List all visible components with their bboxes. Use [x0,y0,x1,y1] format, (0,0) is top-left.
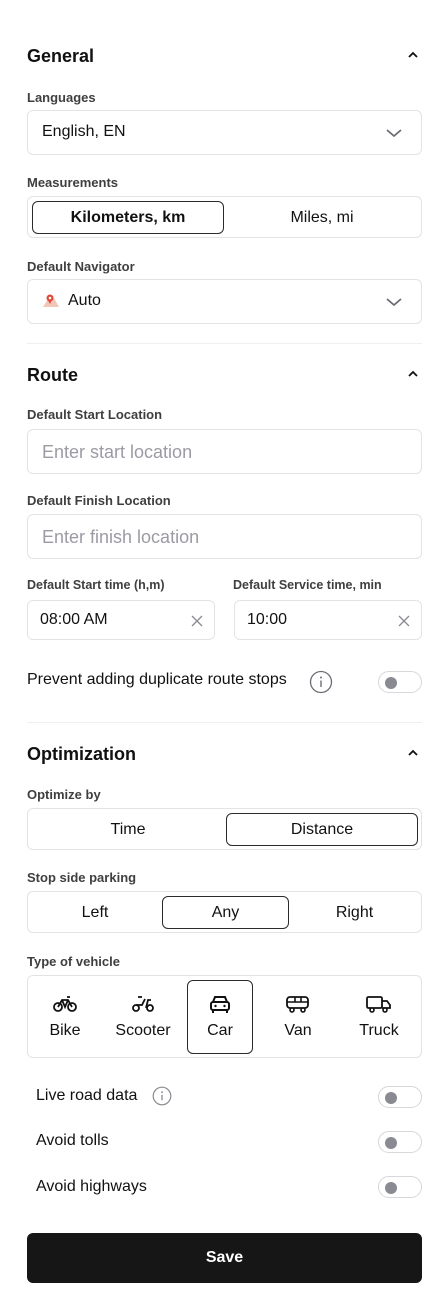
van-icon [285,994,311,1014]
route-section-title: Route [27,365,78,385]
info-icon[interactable] [152,1086,172,1111]
section-divider [27,722,422,723]
vehicle-option-car[interactable]: Car [187,980,253,1054]
service-time-input[interactable]: 10:00 [234,600,422,640]
vehicle-type-selector: Bike Scooter Car Van Truck [27,975,422,1058]
vehicle-label: Bike [49,1022,81,1039]
avoid-highways-toggle[interactable] [378,1176,422,1198]
vehicle-label: Car [207,1022,233,1039]
settings-page: General Languages English, EN Measuremen… [0,0,448,1310]
vehicle-label: Scooter [115,1022,171,1039]
vehicle-type-label: Type of vehicle [27,954,120,969]
start-time-label: Default Start time (h,m) [27,578,165,592]
prevent-duplicates-toggle[interactable] [378,671,422,693]
route-collapse-caret-icon[interactable] [408,370,418,380]
vehicle-option-van[interactable]: Van [265,980,331,1054]
live-road-data-label: Live road data [36,1087,138,1104]
languages-label: Languages [27,90,96,105]
chevron-down-icon [385,295,403,313]
optimize-by-label: Optimize by [27,787,101,802]
vehicle-option-scooter[interactable]: Scooter [110,980,176,1054]
start-time-input[interactable]: 08:00 AM [27,600,215,640]
vehicle-label: Truck [359,1022,399,1039]
scooter-icon [132,994,154,1014]
stop-side-option-right[interactable]: Right [291,896,418,929]
optimization-collapse-caret-icon[interactable] [408,749,418,759]
avoid-tolls-toggle[interactable] [378,1131,422,1153]
measurement-option-km[interactable]: Kilometers, km [32,201,224,234]
car-icon [209,994,231,1014]
clear-icon[interactable] [190,614,204,633]
stop-side-option-left[interactable]: Left [32,896,158,929]
finish-location-input[interactable]: Enter finish location [27,514,422,559]
avoid-highways-label: Avoid highways [36,1178,147,1195]
service-time-label: Default Service time, min [233,578,382,592]
stop-side-segmented-control: Left Any Right [27,891,422,933]
optimization-section-title: Optimization [27,744,136,764]
measurements-segmented-control: Kilometers, km Miles, mi [27,196,422,238]
service-time-value: 10:00 [247,611,288,628]
languages-value: English, EN [42,123,126,140]
optimize-by-segmented-control: Time Distance [27,808,422,850]
clear-icon[interactable] [397,614,411,633]
default-navigator-label: Default Navigator [27,259,135,274]
general-collapse-caret-icon[interactable] [408,51,418,61]
start-time-value: 08:00 AM [40,611,108,628]
finish-location-placeholder: Enter finish location [42,527,200,547]
finish-location-label: Default Finish Location [27,493,171,508]
general-section-title: General [27,46,95,66]
chevron-down-icon [385,126,403,144]
maps-pin-icon [42,293,60,314]
vehicle-option-truck[interactable]: Truck [342,980,416,1054]
stop-side-option-any[interactable]: Any [162,896,289,929]
info-icon[interactable] [309,670,333,699]
languages-select[interactable]: English, EN [27,110,422,155]
navigator-value: Auto [68,292,101,309]
stop-side-label: Stop side parking [27,870,137,885]
start-location-input[interactable]: Enter start location [27,429,422,474]
measurement-option-mi[interactable]: Miles, mi [226,201,418,234]
live-road-data-toggle[interactable] [378,1086,422,1108]
prevent-duplicates-label: Prevent adding duplicate route stops [27,671,287,688]
save-button[interactable]: Save [27,1233,422,1283]
avoid-tolls-label: Avoid tolls [36,1132,109,1149]
section-divider [27,343,422,344]
optimize-option-time[interactable]: Time [32,813,224,846]
bike-icon [53,994,77,1014]
truck-icon [366,994,392,1014]
optimize-option-distance[interactable]: Distance [226,813,418,846]
default-navigator-select[interactable]: Auto [27,279,422,324]
start-location-placeholder: Enter start location [42,442,193,462]
start-location-label: Default Start Location [27,407,163,422]
measurements-label: Measurements [27,175,119,190]
vehicle-label: Van [284,1022,312,1039]
vehicle-option-bike[interactable]: Bike [32,980,98,1054]
